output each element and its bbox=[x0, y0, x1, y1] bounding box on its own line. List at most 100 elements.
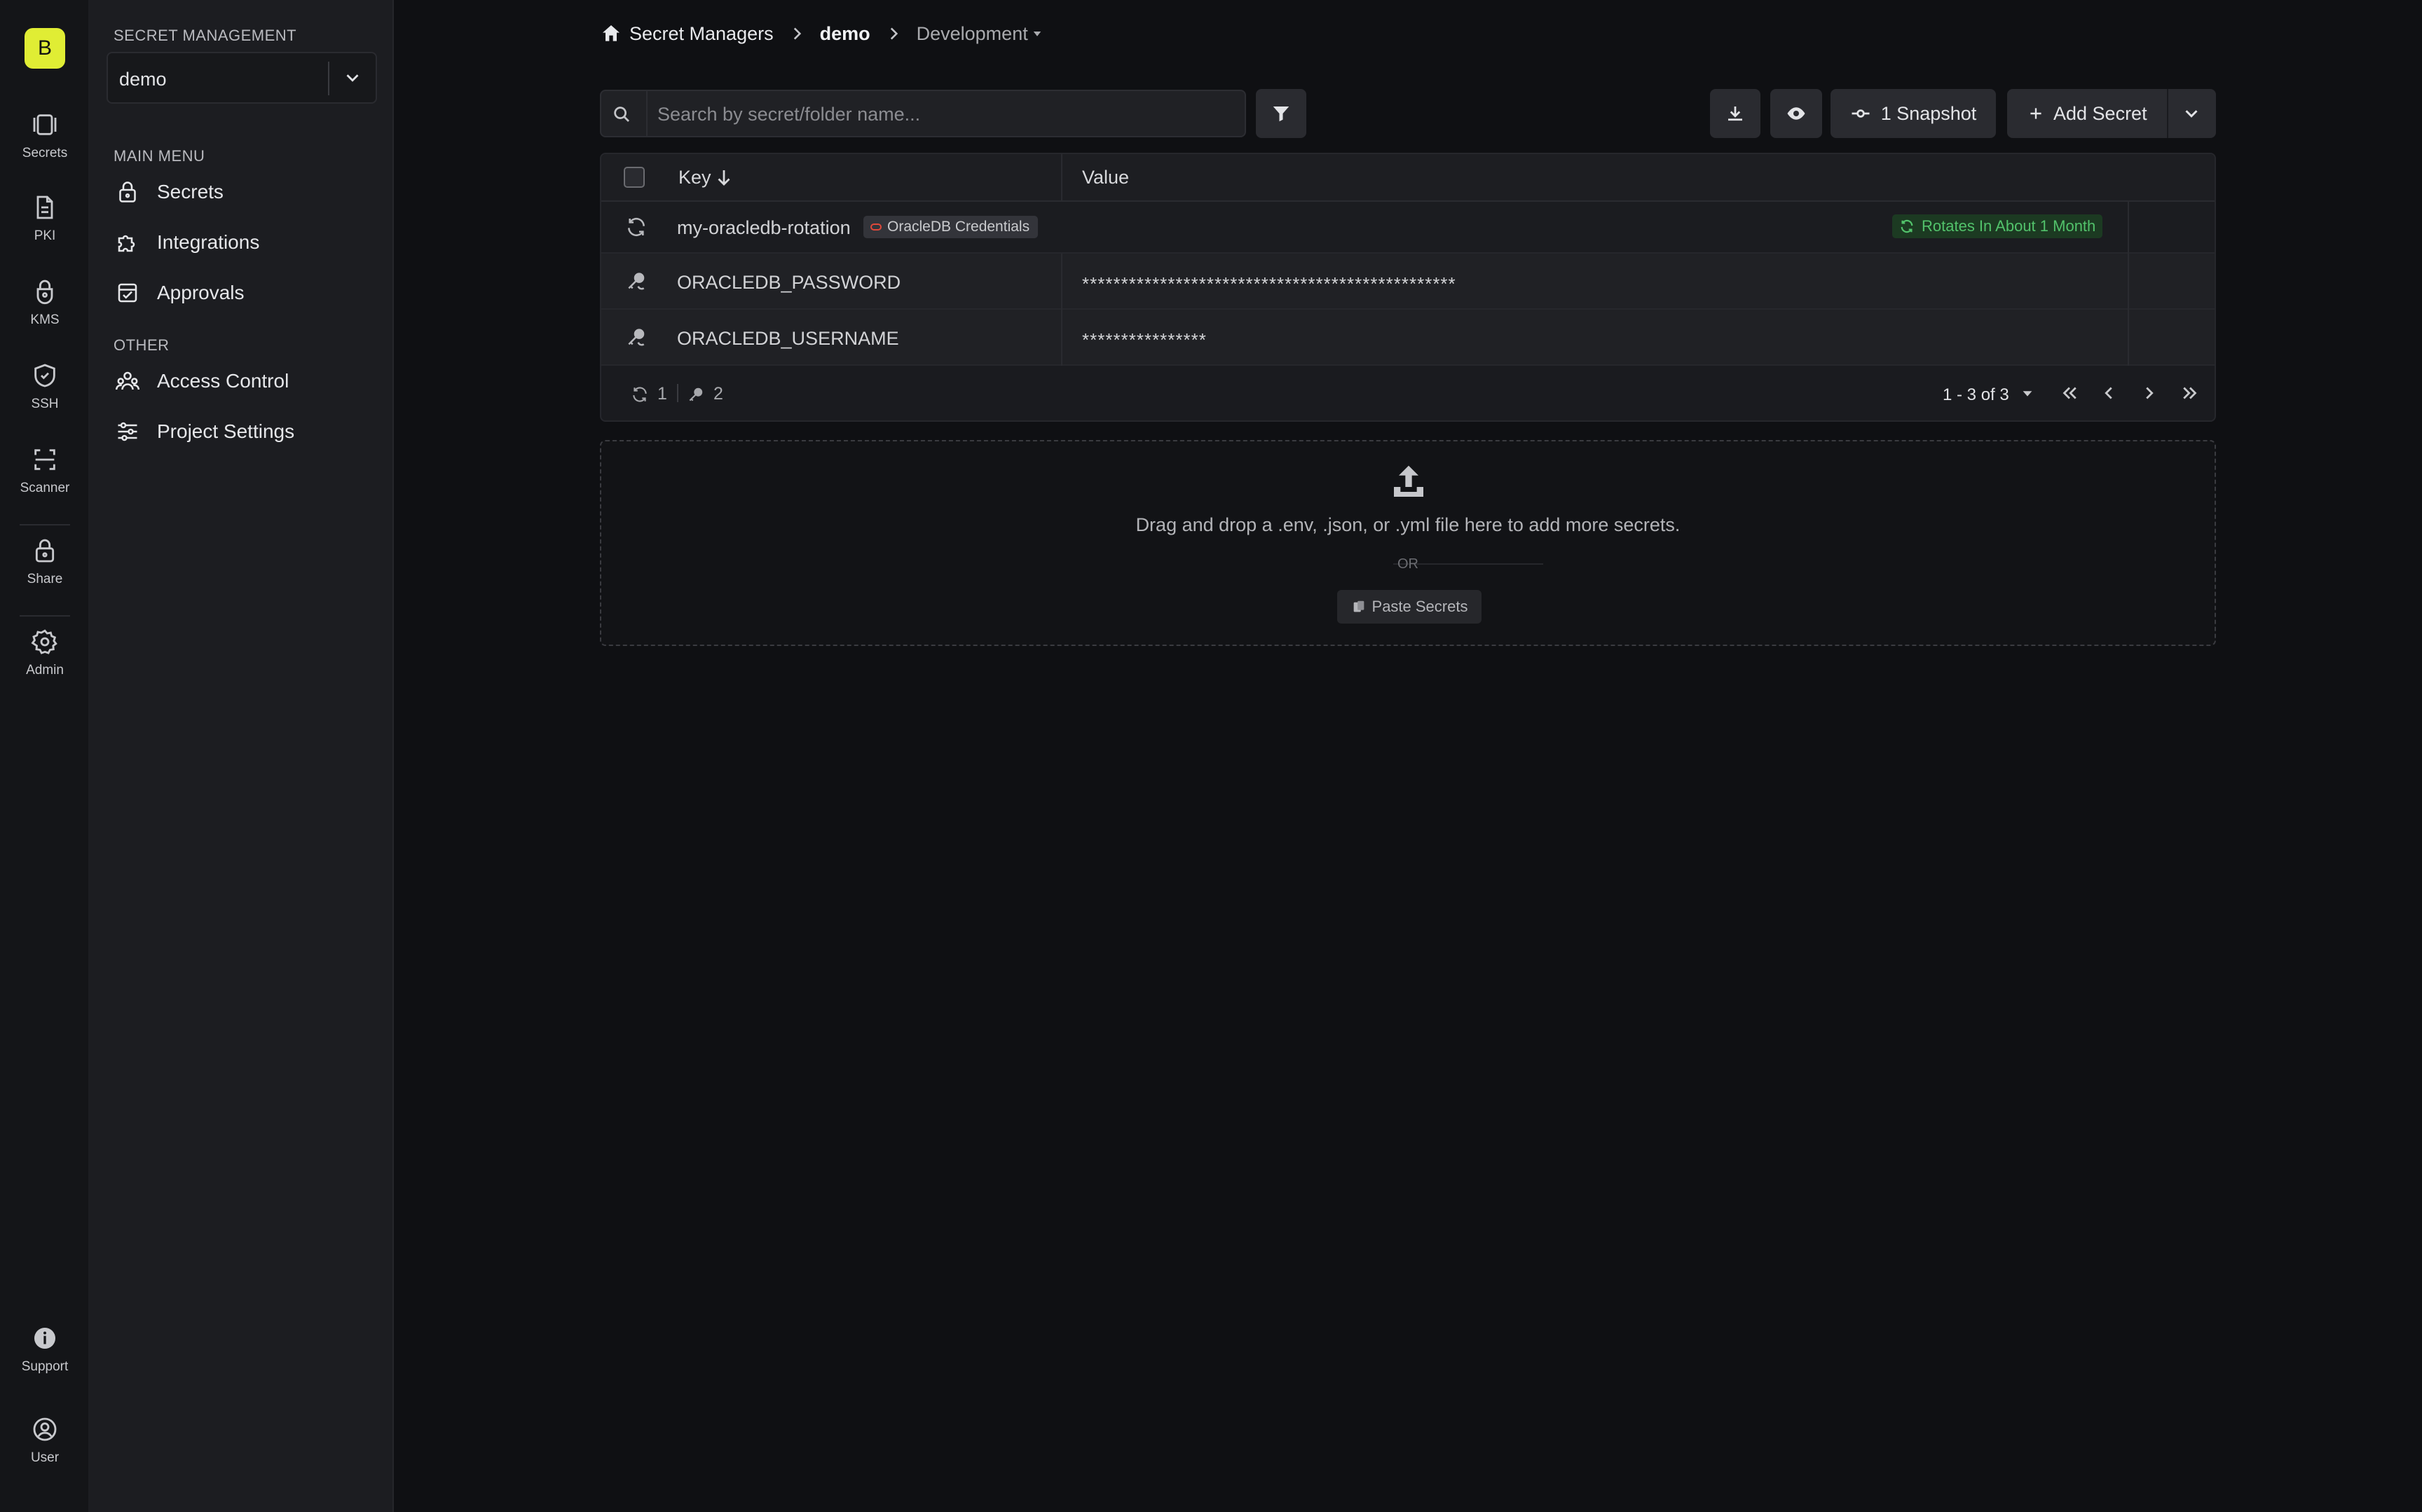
scan-icon bbox=[34, 449, 55, 470]
snapshot-label: 1 Snapshot bbox=[1880, 102, 1977, 124]
table-row[interactable]: ORACLEDB_USERNAME **************** bbox=[601, 310, 2215, 366]
approval-icon bbox=[118, 283, 137, 303]
next-page-icon[interactable] bbox=[2139, 383, 2160, 404]
add-secret-options-button[interactable] bbox=[2168, 89, 2215, 138]
rotate-icon bbox=[628, 217, 645, 237]
rail-item-admin[interactable]: Admin bbox=[0, 628, 90, 698]
filter-button[interactable] bbox=[1256, 89, 1306, 138]
sidebar-item-project-settings[interactable]: Project Settings bbox=[115, 412, 381, 451]
secrets-table: Key Value my-oracledb-rotation OracleDB … bbox=[600, 153, 2216, 422]
table-row[interactable]: ORACLEDB_PASSWORD **********************… bbox=[601, 254, 2215, 310]
rail-item-scanner[interactable]: Scanner bbox=[0, 446, 90, 516]
last-page-icon[interactable] bbox=[2180, 383, 2201, 404]
sort-arrow-down-icon[interactable] bbox=[713, 167, 734, 188]
rail-label: SSH bbox=[31, 397, 59, 411]
column-header-key[interactable]: Key bbox=[678, 167, 711, 188]
sidebar-item-approvals[interactable]: Approvals bbox=[115, 273, 381, 312]
actions-divider bbox=[2128, 310, 2129, 366]
sliders-icon bbox=[118, 422, 137, 441]
snapshot-button[interactable]: 1 Snapshot bbox=[1831, 89, 1996, 138]
rail-label: Support bbox=[21, 1359, 69, 1374]
upload-dropzone[interactable]: Drag and drop a .env, .json, or .yml fil… bbox=[600, 440, 2216, 646]
breadcrumb-secret-managers[interactable]: Secret Managers bbox=[629, 23, 774, 45]
previous-page-icon[interactable] bbox=[2098, 383, 2119, 404]
lock-icon bbox=[35, 539, 55, 563]
pagination-range: 1 - 3 of 3 bbox=[1943, 385, 2009, 404]
breadcrumb-project[interactable]: demo bbox=[820, 23, 870, 45]
org-avatar[interactable]: B bbox=[25, 28, 65, 69]
select-divider bbox=[328, 62, 329, 95]
page-size-caret-icon[interactable] bbox=[2020, 383, 2035, 404]
rail-item-user[interactable]: User bbox=[0, 1415, 90, 1485]
reveal-values-button[interactable] bbox=[1770, 89, 1822, 138]
eye-icon bbox=[1787, 107, 1805, 120]
home-icon[interactable] bbox=[600, 22, 622, 45]
or-divider-right bbox=[1438, 563, 1543, 565]
download-button[interactable] bbox=[1710, 89, 1760, 138]
rail-label: KMS bbox=[30, 312, 60, 327]
column-header-value[interactable]: Value bbox=[1082, 167, 1129, 188]
search-bar bbox=[600, 90, 1246, 137]
rotated-key-icon bbox=[628, 329, 645, 346]
rail-item-kms[interactable]: KMS bbox=[0, 277, 90, 348]
add-secret-group: Add Secret bbox=[2007, 89, 2216, 138]
project-select[interactable]: demo bbox=[107, 52, 377, 104]
or-label: OR bbox=[1397, 556, 1418, 572]
add-secret-button[interactable]: Add Secret bbox=[2007, 89, 2167, 138]
paste-icon bbox=[1353, 600, 1364, 612]
plus-icon bbox=[2030, 108, 2041, 119]
gear-icon bbox=[31, 629, 57, 654]
rotate-icon bbox=[1901, 219, 1913, 233]
breadcrumb: Secret Managers demo Development bbox=[600, 20, 1044, 48]
secrets-icon bbox=[33, 114, 57, 135]
rail-item-share[interactable]: Share bbox=[0, 537, 90, 607]
other-title: OTHER bbox=[114, 336, 170, 354]
sidebar-item-label: Approvals bbox=[157, 282, 245, 303]
sidebar-item-access-control[interactable]: Access Control bbox=[115, 362, 381, 401]
first-page-icon[interactable] bbox=[2059, 383, 2080, 404]
rotate-icon bbox=[633, 386, 647, 402]
chevron-down-icon[interactable] bbox=[342, 67, 363, 88]
rail-label: User bbox=[30, 1450, 60, 1465]
paste-secrets-label: Paste Secrets bbox=[1371, 598, 1468, 615]
icon-rail: B Secrets PKI KMS SSH Scanner Share Admi… bbox=[0, 0, 90, 1512]
select-all-checkbox[interactable] bbox=[624, 167, 645, 188]
secret-value[interactable]: ****************************************… bbox=[1082, 273, 1456, 295]
paste-secrets-button[interactable]: Paste Secrets bbox=[1337, 590, 1482, 624]
rail-item-support[interactable]: Support bbox=[0, 1324, 90, 1394]
rail-divider bbox=[20, 615, 70, 617]
table-row-rotation[interactable]: my-oracledb-rotation OracleDB Credential… bbox=[601, 202, 2215, 254]
rotated-key-icon bbox=[628, 273, 645, 290]
puzzle-icon bbox=[118, 235, 135, 252]
sidebar-item-integrations[interactable]: Integrations bbox=[115, 223, 381, 262]
rail-divider bbox=[20, 524, 70, 525]
info-icon bbox=[34, 1328, 55, 1349]
breadcrumb-environment[interactable]: Development bbox=[917, 23, 1028, 45]
lock-icon bbox=[119, 181, 136, 202]
rotation-count: 1 bbox=[631, 384, 667, 404]
rotation-status-badge: Rotates In About 1 Month bbox=[1892, 214, 2103, 238]
table-header: Key Value bbox=[601, 154, 2215, 202]
column-divider bbox=[1061, 310, 1062, 366]
add-secret-label: Add Secret bbox=[2053, 102, 2147, 124]
rail-label: PKI bbox=[34, 228, 56, 243]
sidebar-item-label: Integrations bbox=[157, 231, 260, 253]
download-icon bbox=[1728, 106, 1742, 121]
commit-icon bbox=[1852, 109, 1870, 118]
rail-label: Share bbox=[27, 572, 63, 586]
rotation-status-text: Rotates In About 1 Month bbox=[1922, 217, 2096, 235]
document-icon bbox=[36, 195, 53, 219]
secret-value[interactable]: **************** bbox=[1082, 329, 1207, 351]
sidebar-item-secrets[interactable]: Secrets bbox=[115, 172, 381, 212]
rail-item-pki[interactable]: PKI bbox=[0, 193, 90, 263]
sidebar-item-label: Project Settings bbox=[157, 420, 295, 442]
sidebar-item-label: Secrets bbox=[157, 181, 224, 202]
table-footer: 1 2 1 - 3 of 3 bbox=[601, 364, 2215, 420]
main-menu-title: MAIN MENU bbox=[114, 147, 205, 165]
rail-item-ssh[interactable]: SSH bbox=[0, 362, 90, 432]
secret-key: ORACLEDB_USERNAME bbox=[677, 328, 899, 349]
search-divider bbox=[646, 91, 648, 136]
search-input[interactable] bbox=[657, 101, 1232, 128]
rail-item-secrets[interactable]: Secrets bbox=[0, 111, 90, 181]
caret-down-icon[interactable] bbox=[1031, 27, 1044, 40]
